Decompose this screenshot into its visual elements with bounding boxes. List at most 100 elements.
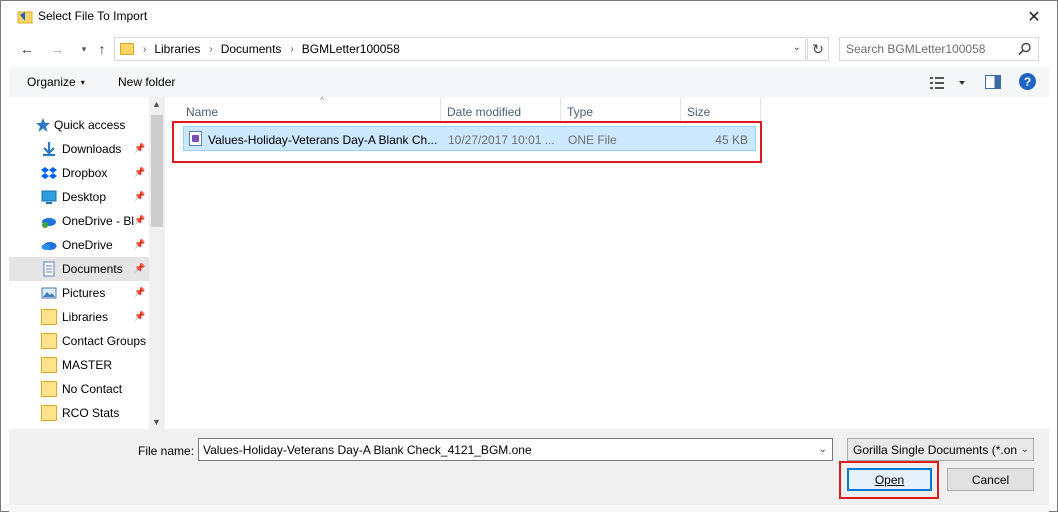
pin-icon: 📌 [134, 191, 146, 201]
sort-ascending-icon: ^ [320, 95, 325, 105]
chevron-down-icon: ▾ [80, 78, 85, 87]
view-options-icon[interactable] [929, 75, 969, 91]
close-button[interactable]: ✕ [1019, 5, 1049, 29]
organize-button[interactable]: Organize ▾ [27, 75, 85, 89]
preview-pane-icon[interactable] [985, 75, 1001, 89]
toolbar: Organize ▾ New folder ? [9, 67, 1049, 97]
sidebar-item-pictures[interactable]: Pictures 📌 [9, 281, 149, 305]
pin-icon: 📌 [134, 263, 146, 273]
sidebar-item-label: Libraries [62, 310, 109, 324]
sidebar-item-label: OneDrive [62, 238, 113, 252]
pin-icon: 📌 [134, 311, 146, 321]
folder-icon [41, 309, 57, 325]
sidebar-item-label: OneDrive - Bl [62, 214, 135, 228]
pin-icon: 📌 [134, 143, 146, 153]
sidebar-item-label: Documents [62, 262, 123, 276]
folder-icon [41, 333, 57, 349]
arrow-up-icon: ↑ [98, 41, 106, 57]
sidebar-item-downloads[interactable]: Downloads 📌 [9, 137, 149, 161]
file-type: ONE File [568, 133, 617, 147]
file-type-select[interactable]: Gorilla Single Documents (*.on ⌄ [847, 438, 1034, 461]
star-icon [36, 118, 50, 132]
sidebar-item-label: Dropbox [62, 166, 108, 180]
navigation-row: ← → ▾ ↑ › Libraries › Documents › BGMLet… [1, 34, 1057, 64]
sidebar-item-label: No Contact [62, 382, 123, 396]
sidebar-item-master[interactable]: MASTER [9, 353, 149, 377]
search-icon [1018, 42, 1031, 56]
breadcrumb-libraries[interactable]: Libraries [154, 42, 200, 56]
column-header-date[interactable]: Date modified [441, 97, 561, 123]
help-icon[interactable]: ? [1019, 73, 1036, 90]
sidebar-item-label: Pictures [62, 286, 106, 300]
arrow-right-icon: → [50, 41, 64, 57]
bottom-panel: File name: Values-Holiday-Veterans Day-A… [9, 429, 1049, 505]
file-date: 10/27/2017 10:01 ... [448, 133, 555, 147]
pin-icon: 📌 [134, 167, 146, 177]
navigation-pane: Quick access Downloads 📌 Dropbox 📌 Deskt… [9, 97, 165, 429]
file-name: Values-Holiday-Veterans Day-A Blank Ch..… [208, 133, 438, 147]
breadcrumb-documents[interactable]: Documents [221, 42, 282, 56]
sidebar-item-no-contact[interactable]: No Contact [9, 377, 149, 401]
file-name-value: Values-Holiday-Veterans Day-A Blank Chec… [203, 443, 532, 457]
file-list: Name ^ Date modified Type Size Values-Ho… [166, 95, 1049, 429]
file-size: 45 KB [715, 133, 748, 147]
folder-icon [41, 381, 57, 397]
file-row[interactable]: Values-Holiday-Veterans Day-A Blank Ch..… [183, 126, 756, 151]
breadcrumb-separator: › [290, 43, 294, 55]
search-input[interactable]: Search BGMLetter100058 [839, 37, 1039, 61]
file-name-input[interactable]: Values-Holiday-Veterans Day-A Blank Chec… [198, 438, 833, 461]
chevron-down-icon[interactable]: ⌄ [793, 42, 801, 53]
sidebar-item-label: MASTER [62, 358, 113, 372]
breadcrumb-separator: › [209, 43, 213, 55]
background-window-strip [9, 505, 1049, 512]
sidebar-item-onedrive-business[interactable]: OneDrive - Bl 📌 [9, 209, 149, 233]
folder-icon [120, 43, 134, 55]
sidebar-scrollbar[interactable]: ▲ ▼ [149, 97, 165, 429]
sidebar-item-quick-access[interactable]: Quick access [9, 113, 149, 137]
sidebar-item-libraries[interactable]: Libraries 📌 [9, 305, 149, 329]
folder-icon [41, 357, 57, 373]
onedrive-icon [41, 242, 57, 250]
forward-button[interactable]: → [46, 38, 68, 60]
column-header-size[interactable]: Size [681, 97, 761, 123]
sidebar-item-rco-stats[interactable]: RCO Stats [9, 401, 149, 425]
organize-label: Organize [27, 75, 76, 89]
sidebar-item-label: Quick access [54, 118, 126, 132]
onenote-file-icon [189, 131, 202, 146]
chevron-down-icon: ⌄ [1020, 444, 1029, 455]
pictures-icon [41, 287, 57, 299]
scrollbar-thumb[interactable] [151, 115, 163, 227]
documents-icon [43, 261, 55, 277]
sidebar-item-dropbox[interactable]: Dropbox 📌 [9, 161, 149, 185]
pin-icon: 📌 [134, 239, 146, 249]
chevron-down-icon[interactable]: ▼ [152, 417, 161, 427]
sidebar-item-onedrive[interactable]: OneDrive 📌 [9, 233, 149, 257]
breadcrumb-separator: › [143, 43, 147, 55]
up-button[interactable]: ↑ [91, 38, 113, 60]
file-name-label: File name: [138, 444, 195, 458]
open-button[interactable]: Open [847, 468, 932, 491]
file-dialog: Select File To Import ✕ ← → ▾ ↑ › Librar… [0, 0, 1058, 512]
pin-icon: 📌 [134, 287, 146, 297]
open-button-label: Open [874, 472, 905, 487]
refresh-icon: ↻ [812, 40, 824, 57]
refresh-button[interactable]: ↻ [807, 37, 829, 61]
sidebar-item-documents[interactable]: Documents 📌 [9, 257, 149, 281]
chevron-up-icon[interactable]: ▲ [152, 99, 161, 109]
breadcrumb-current-folder[interactable]: BGMLetter100058 [302, 42, 400, 56]
chevron-down-icon[interactable]: ⌄ [819, 444, 827, 455]
column-header-name[interactable]: Name ^ [180, 95, 441, 123]
sidebar-item-contact-groups[interactable]: Contact Groups [9, 329, 149, 353]
column-header-type[interactable]: Type [561, 97, 681, 123]
back-button[interactable]: ← [16, 38, 38, 60]
cancel-button[interactable]: Cancel [947, 468, 1034, 491]
new-folder-button[interactable]: New folder [118, 75, 175, 89]
address-bar[interactable]: › Libraries › Documents › BGMLetter10005… [114, 37, 806, 61]
search-placeholder: Search BGMLetter100058 [846, 42, 986, 56]
pin-icon: 📌 [134, 215, 146, 225]
app-icon [17, 11, 33, 24]
desktop-icon [41, 190, 57, 204]
sidebar-item-label: RCO Stats [62, 406, 120, 420]
download-icon [43, 142, 55, 157]
sidebar-item-desktop[interactable]: Desktop 📌 [9, 185, 149, 209]
